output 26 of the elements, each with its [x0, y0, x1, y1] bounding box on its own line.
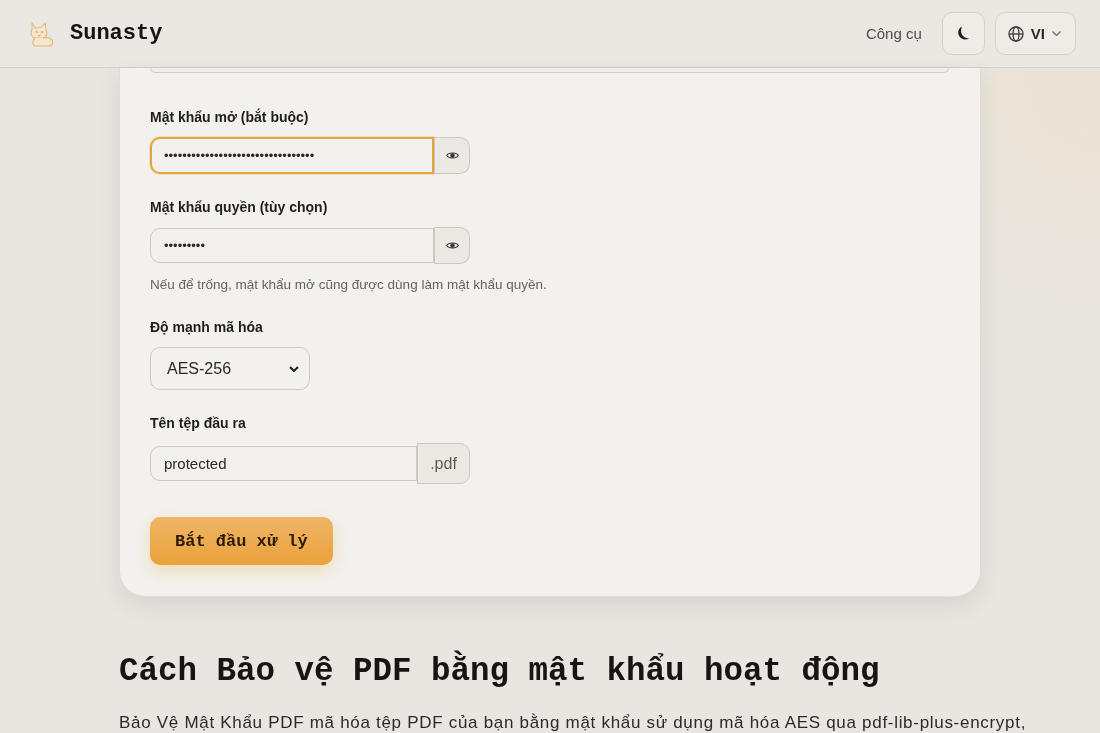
file-extension-suffix: .pdf: [417, 443, 470, 484]
language-button[interactable]: VI: [994, 12, 1076, 55]
encryption-select[interactable]: AES-256: [150, 347, 310, 390]
password-field[interactable]: •••••••••: [150, 228, 434, 263]
section-paragraph: Bảo Vệ Mật Khẩu PDF mã hóa tệp PDF của bạn bằng mật khẩu sử dụng mã hóa AES qua pdf-lib-plus-encrypt,: [119, 713, 1027, 733]
chevron-down-icon: [289, 365, 299, 372]
chevron-down-icon: [1052, 31, 1061, 36]
field-label: Mật khẩu quyền (tùy chọn): [150, 198, 329, 217]
start-button[interactable]: Bắt đầu xử lý: [150, 517, 333, 565]
input-field[interactable]: [150, 68, 949, 73]
eye-icon: [445, 241, 459, 250]
show-password-button[interactable]: [434, 137, 470, 174]
filename-field[interactable]: protected: [150, 446, 417, 481]
hint-text: Nếu để trống, mật khẩu mở cũng được dùng làm mật khẩu quyền.: [150, 276, 548, 294]
theme-toggle-button[interactable]: [941, 12, 985, 55]
field-label: Độ mạnh mã hóa: [150, 318, 264, 337]
field-label: Mật khẩu mở (bắt buộc): [150, 107, 310, 127]
globe-icon: [1007, 25, 1024, 42]
section-heading: Cách Bảo vệ PDF bằng mật khẩu hoạt động: [119, 652, 981, 692]
field-label: Tên tệp đầu ra: [150, 414, 247, 433]
nav-link[interactable]: Công cụ: [865, 25, 922, 42]
moon-icon: [956, 26, 971, 41]
brand-name: Sunasty: [70, 21, 163, 46]
show-password-button[interactable]: [434, 227, 470, 264]
password-field[interactable]: •••••••••••••••••••••••••••••••••: [150, 137, 434, 174]
eye-icon: [445, 151, 459, 160]
